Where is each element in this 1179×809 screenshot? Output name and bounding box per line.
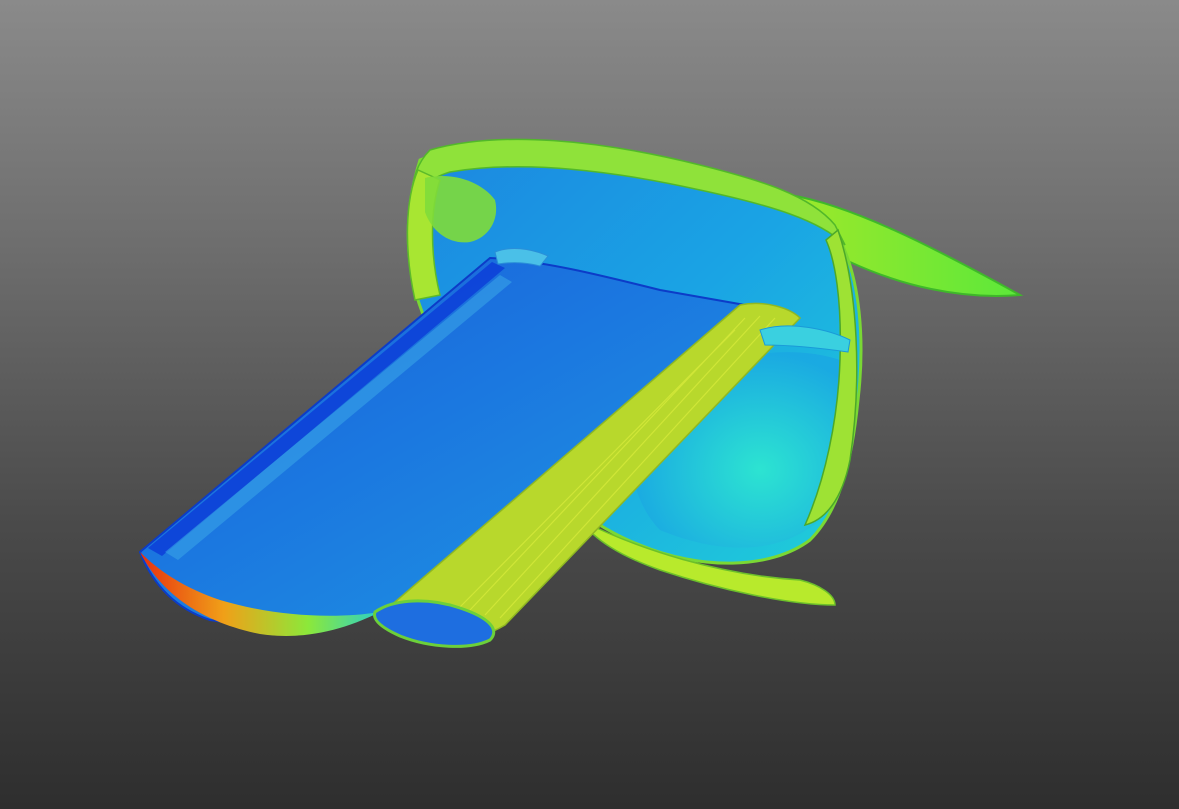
- render-viewport[interactable]: [0, 0, 1179, 809]
- cfd-render: [138, 138, 1024, 648]
